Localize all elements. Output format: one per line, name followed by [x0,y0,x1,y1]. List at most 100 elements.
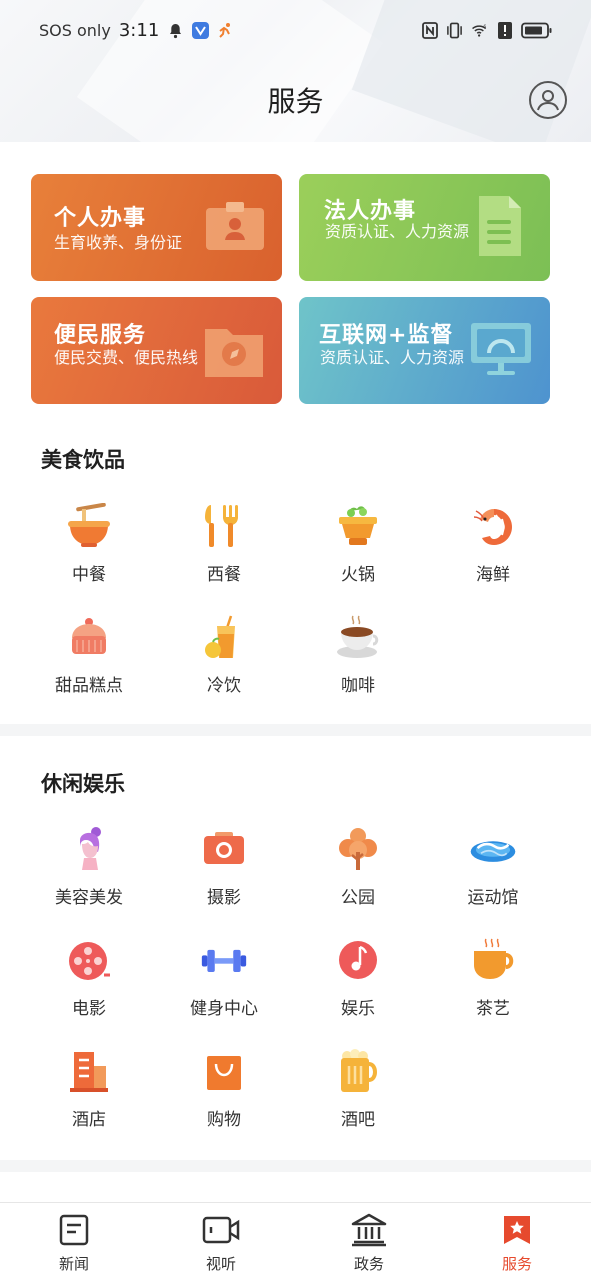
section-divider [0,1160,591,1172]
shrimp-icon [469,502,517,550]
category-label: 酒店 [72,1110,106,1130]
hotpot-icon [334,502,382,550]
alert-icon [496,22,513,39]
category-fitness-center[interactable]: 健身中心 [157,936,291,1019]
category-label: 火锅 [341,565,375,585]
card-subtitle: 生育收养、身份证 [54,233,183,252]
nfc-icon [421,22,438,39]
carrier-label: SOS only [39,21,111,40]
document-icon [479,196,521,256]
card-title: 互联网+监督 [319,323,454,348]
app-notification-icon [192,22,210,39]
tea-cup-icon [469,936,517,984]
category-label: 摄影 [207,888,241,908]
user-icon [537,90,559,111]
convenience-service-card[interactable]: 便民服务 便民交费、便民热线 [31,297,282,404]
card-title: 便民服务 [54,323,147,348]
compass-folder-icon [205,329,263,377]
user-profile-button[interactable] [529,81,567,119]
id-card-icon [206,202,264,250]
noodle-bowl-icon [65,502,113,550]
runner-icon [217,22,234,39]
nav-label: 新闻 [58,1255,89,1273]
government-building-icon [319,1213,419,1247]
category-label: 公园 [341,888,375,908]
category-coffee[interactable]: 咖啡 [291,613,425,696]
beer-mug-icon [334,1047,382,1095]
category-park[interactable]: 公园 [291,825,425,908]
camera-icon [200,825,248,873]
category-hotel[interactable]: 酒店 [22,1047,156,1130]
card-subtitle: 资质认证、人力资源 [325,222,470,241]
tree-icon [334,825,382,873]
category-label: 甜品糕点 [55,676,123,696]
status-bar: SOS only 3:11 6 [0,0,591,66]
category-label: 健身中心 [190,999,258,1019]
monitor-icon [471,323,531,375]
hotel-icon [65,1047,113,1095]
category-label: 电影 [72,999,106,1019]
hairdresser-icon [65,825,113,873]
legal-entity-affairs-card[interactable]: 法人办事 资质认证、人力资源 [299,174,550,281]
category-desserts[interactable]: 甜品糕点 [22,613,156,696]
category-label: 中餐 [72,565,106,585]
section-title-leisure: 休闲娱乐 [41,772,125,796]
shopping-bag-icon [200,1047,248,1095]
news-icon [24,1213,124,1247]
category-label: 酒吧 [341,1110,375,1130]
internet-supervision-card[interactable]: 互联网+监督 资质认证、人力资源 [299,297,550,404]
clock: 3:11 [118,20,160,41]
bell-icon [167,22,184,39]
personal-affairs-card[interactable]: 个人办事 生育收养、身份证 [31,174,282,281]
vibrate-icon [446,22,463,39]
nav-label: 服务 [501,1255,532,1273]
category-label: 美容美发 [55,888,123,908]
category-movies[interactable]: 电影 [22,936,156,1019]
cupcake-icon [65,613,113,661]
card-title: 个人办事 [54,206,147,231]
battery-icon [521,22,553,39]
music-note-icon [334,936,382,984]
nav-service[interactable]: 服务 [467,1213,567,1274]
cold-drink-icon [200,613,248,661]
category-western-food[interactable]: 西餐 [157,502,291,585]
category-label: 购物 [207,1110,241,1130]
bottom-navigation: 新闻 视听 政务 服务 [0,1202,591,1280]
card-subtitle: 资质认证、人力资源 [320,348,465,367]
category-photography[interactable]: 摄影 [157,825,291,908]
network-label: 6 [483,24,486,30]
category-bar[interactable]: 酒吧 [291,1047,425,1130]
category-label: 运动馆 [467,888,519,908]
category-chinese-food[interactable]: 中餐 [22,502,156,585]
nav-label: 政务 [353,1255,384,1273]
stadium-icon [469,825,517,873]
category-label: 冷饮 [207,676,241,696]
coffee-cup-icon [334,613,382,661]
category-label: 西餐 [207,565,241,585]
category-shopping[interactable]: 购物 [157,1047,291,1130]
category-beauty-salon[interactable]: 美容美发 [22,825,156,908]
category-entertainment[interactable]: 娱乐 [291,936,425,1019]
nav-video[interactable]: 视听 [171,1213,271,1274]
nav-label: 视听 [205,1255,236,1273]
category-label: 娱乐 [341,999,375,1019]
category-label: 茶艺 [476,999,510,1019]
category-label: 海鲜 [476,565,510,585]
category-seafood[interactable]: 海鲜 [426,502,560,585]
nav-government[interactable]: 政务 [319,1213,419,1274]
category-tea-art[interactable]: 茶艺 [426,936,560,1019]
section-title-food: 美食饮品 [41,448,125,472]
video-camera-icon [171,1213,271,1247]
category-label: 咖啡 [341,676,375,696]
category-stadium[interactable]: 运动馆 [426,825,560,908]
dumbbell-icon [200,936,248,984]
card-subtitle: 便民交费、便民热线 [54,348,199,367]
wifi-icon: 6 [471,22,488,39]
page-title: 服务 [267,85,324,118]
film-reel-icon [65,936,113,984]
fork-icon [200,502,248,550]
service-bookmark-icon [467,1213,567,1247]
category-cold-drinks[interactable]: 冷饮 [157,613,291,696]
nav-news[interactable]: 新闻 [24,1213,124,1274]
category-hotpot[interactable]: 火锅 [291,502,425,585]
